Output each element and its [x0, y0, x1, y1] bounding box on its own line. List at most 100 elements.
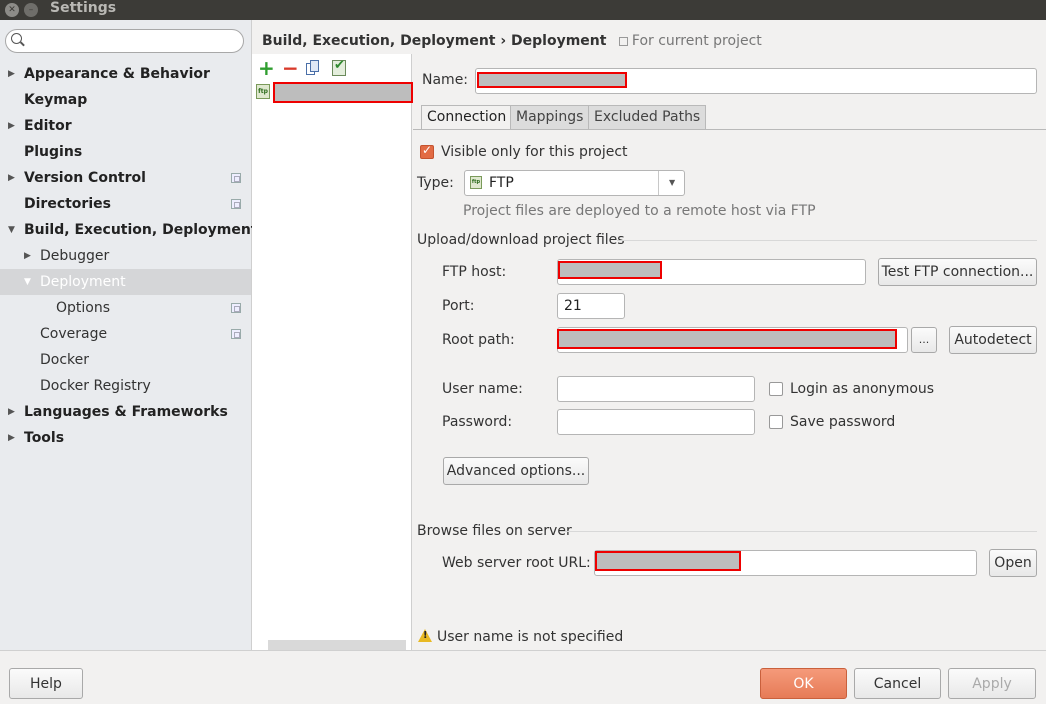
add-server-icon[interactable]: + — [258, 58, 275, 78]
section-divider — [560, 531, 1037, 532]
advanced-options-button[interactable]: Advanced options... — [443, 457, 589, 485]
sidebar-item-keymap[interactable]: Keymap — [0, 87, 251, 113]
open-url-button[interactable]: Open — [989, 549, 1037, 577]
sidebar-item-label: Deployment — [40, 274, 126, 290]
upload-section-title: Upload/download project files — [417, 232, 625, 248]
port-field[interactable]: 21 — [557, 293, 625, 319]
redacted-name-value — [477, 72, 627, 88]
password-field[interactable] — [557, 409, 755, 435]
browse-root-path-button[interactable]: ... — [911, 327, 937, 353]
window-title-bar: ✕ – Settings — [0, 0, 1046, 20]
expand-arrow-icon[interactable]: ▶ — [8, 399, 15, 425]
redacted-web-root-url — [595, 551, 741, 571]
section-divider — [617, 240, 1037, 241]
help-button[interactable]: Help — [9, 668, 83, 699]
autodetect-button[interactable]: Autodetect — [949, 326, 1037, 354]
settings-sidebar: ▶ Appearance & Behavior Keymap ▶ Editor … — [0, 20, 258, 650]
save-password-checkbox[interactable] — [769, 415, 783, 429]
sidebar-item-label: Languages & Frameworks — [24, 404, 228, 420]
type-select[interactable]: ftp FTP ▼ — [464, 170, 685, 196]
expand-arrow-icon[interactable]: ▶ — [8, 425, 15, 451]
expand-arrow-icon[interactable]: ▶ — [8, 113, 15, 139]
copy-server-icon[interactable] — [306, 60, 320, 76]
project-scope-icon — [618, 36, 628, 46]
user-name-label: User name: — [442, 381, 523, 397]
sidebar-item-label: Keymap — [24, 92, 88, 108]
sidebar-item-label: Directories — [24, 196, 111, 212]
sidebar-item-tools[interactable]: ▶ Tools — [0, 425, 251, 451]
sidebar-item-label: Debugger — [40, 248, 110, 264]
warning-icon — [418, 629, 432, 642]
warning-message: User name is not specified — [437, 629, 624, 645]
sidebar-item-label: Plugins — [24, 144, 83, 160]
sidebar-item-label: Options — [56, 300, 111, 316]
name-label: Name: — [422, 72, 469, 88]
collapse-arrow-icon[interactable]: ▼ — [8, 217, 15, 243]
sidebar-item-coverage[interactable]: Coverage — [0, 321, 251, 347]
minimize-window-icon[interactable]: – — [24, 3, 38, 17]
ftp-type-icon: ftp — [470, 176, 482, 189]
breadcrumb: Build, Execution, Deployment › Deploymen… — [262, 30, 762, 52]
test-ftp-connection-button[interactable]: Test FTP connection... — [878, 258, 1037, 286]
sidebar-item-directories[interactable]: Directories — [0, 191, 251, 217]
sidebar-item-label: Docker Registry — [40, 378, 151, 394]
login-anonymous-checkbox[interactable] — [769, 382, 783, 396]
sidebar-item-label: Coverage — [40, 326, 108, 342]
tab-connection[interactable]: Connection — [421, 105, 513, 130]
remove-server-icon[interactable]: − — [282, 58, 299, 78]
close-window-icon[interactable]: ✕ — [5, 3, 19, 17]
project-scope-icon — [231, 173, 241, 183]
apply-button[interactable]: Apply — [948, 668, 1036, 699]
browse-section-title: Browse files on server — [417, 523, 572, 539]
type-value: FTP — [489, 175, 514, 191]
save-password-label: Save password — [790, 414, 896, 430]
server-list-pane — [252, 54, 412, 650]
window-title: Settings — [50, 0, 117, 16]
settings-search-input[interactable] — [5, 29, 244, 53]
port-label: Port: — [442, 298, 475, 314]
ftp-server-icon: ftp — [256, 84, 270, 99]
server-list-item[interactable]: ftp — [253, 80, 413, 104]
list-scrollbar[interactable] — [268, 640, 406, 650]
project-scope-icon — [231, 303, 241, 313]
sidebar-item-docker[interactable]: Docker — [0, 347, 251, 373]
breadcrumb-scope: For current project — [631, 33, 762, 49]
sidebar-item-version-control[interactable]: ▶ Version Control — [0, 165, 251, 191]
sidebar-item-label: Tools — [24, 430, 65, 446]
sidebar-item-editor[interactable]: ▶ Editor — [0, 113, 251, 139]
web-root-url-label: Web server root URL: — [442, 555, 591, 571]
sidebar-item-label: Docker — [40, 352, 90, 368]
sidebar-item-appearance[interactable]: ▶ Appearance & Behavior — [0, 61, 251, 87]
tab-divider — [413, 129, 1046, 130]
visible-only-label: Visible only for this project — [441, 144, 628, 160]
sidebar-item-deployment[interactable]: ▼ Deployment — [0, 269, 251, 295]
expand-arrow-icon[interactable]: ▶ — [8, 165, 15, 191]
sidebar-item-build-execution-deployment[interactable]: ▼ Build, Execution, Deployment — [0, 217, 258, 243]
sidebar-item-plugins[interactable]: Plugins — [0, 139, 251, 165]
chevron-down-icon: ▼ — [669, 178, 676, 187]
redacted-server-name — [273, 82, 413, 103]
cancel-button[interactable]: Cancel — [854, 668, 941, 699]
collapse-arrow-icon[interactable]: ▼ — [24, 269, 31, 295]
breadcrumb-path: Build, Execution, Deployment › Deploymen… — [262, 33, 607, 49]
expand-arrow-icon[interactable]: ▶ — [8, 61, 15, 87]
sidebar-item-label: Version Control — [24, 170, 146, 186]
set-default-icon[interactable] — [332, 58, 346, 76]
redacted-root-path — [557, 329, 897, 349]
sidebar-item-debugger[interactable]: ▶ Debugger — [0, 243, 251, 269]
tab-mappings[interactable]: Mappings — [510, 105, 590, 130]
visible-only-checkbox[interactable] — [420, 143, 434, 159]
user-name-field[interactable] — [557, 376, 755, 402]
sidebar-item-languages-frameworks[interactable]: ▶ Languages & Frameworks — [0, 399, 251, 425]
type-hint: Project files are deployed to a remote h… — [463, 203, 816, 219]
project-scope-icon — [231, 329, 241, 339]
tab-excluded-paths[interactable]: Excluded Paths — [588, 105, 707, 130]
redacted-ftp-host — [558, 261, 662, 279]
sidebar-item-docker-registry[interactable]: Docker Registry — [0, 373, 251, 399]
login-anonymous-label: Login as anonymous — [790, 381, 935, 397]
expand-arrow-icon[interactable]: ▶ — [24, 243, 31, 269]
sidebar-item-options[interactable]: Options — [0, 295, 251, 321]
ftp-host-label: FTP host: — [442, 264, 507, 280]
ok-button[interactable]: OK — [760, 668, 847, 699]
sidebar-item-label: Editor — [24, 118, 72, 134]
